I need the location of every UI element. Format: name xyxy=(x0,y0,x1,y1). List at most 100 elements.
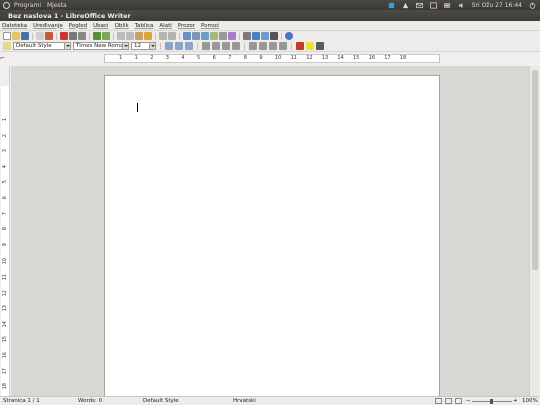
vertical-ruler-tick-label: 6 xyxy=(2,196,8,200)
justify-icon[interactable] xyxy=(232,42,240,50)
text-cursor xyxy=(137,103,138,112)
email-icon[interactable] xyxy=(36,32,44,40)
font-size-select[interactable]: 12 xyxy=(131,42,156,50)
ruler-tick-label: 15 xyxy=(353,55,360,61)
menu-view[interactable]: Pogled xyxy=(69,23,87,29)
edit-file-icon[interactable] xyxy=(45,32,53,40)
redo-icon[interactable] xyxy=(168,32,176,40)
decrease-indent-icon[interactable] xyxy=(269,42,277,50)
highlighting-icon[interactable] xyxy=(306,42,314,50)
zoom-out-icon[interactable]: − xyxy=(466,398,471,404)
window-titlebar[interactable]: Bez naslova 1 - LibreOffice Writer xyxy=(0,10,540,21)
print-preview-icon[interactable] xyxy=(78,32,86,40)
save-icon[interactable] xyxy=(21,32,29,40)
formatting-marks-icon[interactable] xyxy=(270,32,278,40)
font-name-select[interactable]: Times New Roman xyxy=(73,42,129,50)
align-center-icon[interactable] xyxy=(212,42,220,50)
ruler-tick-label: 1 xyxy=(119,55,123,61)
special-character-icon[interactable] xyxy=(219,32,227,40)
styles-formatting-icon[interactable] xyxy=(3,42,11,50)
numbering-icon[interactable] xyxy=(249,42,257,50)
keyboard-layout-icon[interactable] xyxy=(429,2,437,9)
background-color-icon[interactable] xyxy=(316,42,324,50)
menu-edit[interactable]: Uređivanje xyxy=(33,23,63,29)
battery-icon[interactable] xyxy=(443,2,451,9)
paragraph-style-select[interactable]: Default Style xyxy=(13,42,71,50)
zoom-slider-handle[interactable] xyxy=(490,399,493,404)
help-icon[interactable] xyxy=(285,32,293,40)
paste-icon[interactable] xyxy=(135,32,143,40)
vertical-ruler-tick-label: 15 xyxy=(2,336,8,343)
find-replace-icon[interactable] xyxy=(243,32,251,40)
toolbar-separator xyxy=(291,42,292,50)
font-color-icon[interactable] xyxy=(296,42,304,50)
tab-stop-selector[interactable]: ⌐ xyxy=(0,55,5,62)
chart-icon[interactable] xyxy=(210,32,218,40)
volume-icon[interactable] xyxy=(458,2,465,9)
vertical-scrollbar[interactable] xyxy=(529,66,540,396)
book-view-icon[interactable] xyxy=(455,398,462,404)
menu-table[interactable]: Tablica xyxy=(135,23,154,29)
gallery-icon[interactable] xyxy=(261,32,269,40)
chevron-down-icon[interactable] xyxy=(122,43,128,49)
menu-window[interactable]: Prozor xyxy=(178,23,195,29)
open-icon[interactable] xyxy=(12,32,20,40)
image-icon[interactable] xyxy=(201,32,209,40)
chevron-down-icon[interactable] xyxy=(64,43,70,49)
vertical-ruler-tick-label: 8 xyxy=(2,227,8,231)
hyperlink-icon[interactable] xyxy=(183,32,191,40)
programs-menu[interactable]: Programi xyxy=(14,2,41,9)
page-indicator[interactable]: Stranica 1 / 1 xyxy=(3,398,40,404)
align-right-icon[interactable] xyxy=(222,42,230,50)
ubuntu-logo-icon[interactable] xyxy=(3,1,10,9)
copy-icon[interactable] xyxy=(126,32,134,40)
scrollbar-thumb[interactable] xyxy=(532,70,538,270)
align-left-icon[interactable] xyxy=(202,42,210,50)
page-style-indicator[interactable]: Default Style xyxy=(143,398,179,404)
document-page[interactable] xyxy=(104,75,440,396)
autospellcheck-icon[interactable] xyxy=(102,32,110,40)
italic-icon[interactable] xyxy=(175,42,183,50)
bold-icon[interactable] xyxy=(165,42,173,50)
power-icon[interactable] xyxy=(529,1,536,9)
mail-icon[interactable] xyxy=(415,2,423,9)
menu-file[interactable]: Datoteka xyxy=(2,23,27,29)
places-menu[interactable]: Mjesta xyxy=(47,2,67,9)
zoom-in-icon[interactable]: + xyxy=(513,398,518,404)
navigator-icon[interactable] xyxy=(252,32,260,40)
bullets-icon[interactable] xyxy=(259,42,267,50)
toolbar-separator xyxy=(281,32,282,40)
zoom-level[interactable]: 100% xyxy=(522,398,538,404)
horizontal-ruler[interactable]: 1 1 2 3 4 5 6 7 8 9 10 11 12 13 14 15 16 17 18 xyxy=(104,54,440,63)
vertical-ruler[interactable]: 12345678910111213141516171819 xyxy=(0,66,10,405)
print-icon[interactable] xyxy=(69,32,77,40)
ruler-tick-label: 18 xyxy=(399,55,407,61)
new-document-icon[interactable] xyxy=(3,32,11,40)
show-draw-functions-icon[interactable] xyxy=(228,32,236,40)
cut-icon[interactable] xyxy=(117,32,125,40)
menu-insert[interactable]: Ubaci xyxy=(93,23,108,29)
top-panel: Programi Mjesta Sri Ožu 27 16:44 xyxy=(0,0,540,10)
export-pdf-icon[interactable] xyxy=(60,32,68,40)
dropbox-icon[interactable] xyxy=(388,2,395,9)
chevron-down-icon[interactable] xyxy=(149,43,155,49)
increase-indent-icon[interactable] xyxy=(279,42,287,50)
underline-icon[interactable] xyxy=(185,42,193,50)
ruler-tick-label: 12 xyxy=(306,55,313,61)
ruler-tick-label: 16 xyxy=(368,55,375,61)
spellcheck-icon[interactable] xyxy=(93,32,101,40)
menu-help[interactable]: Pomoć xyxy=(201,23,219,29)
vertical-ruler-tick-label: 4 xyxy=(2,164,8,168)
vertical-ruler-tick-label: 9 xyxy=(2,242,8,246)
language-indicator[interactable]: Hrvatski xyxy=(233,398,256,404)
menu-format[interactable]: Oblik xyxy=(115,23,129,29)
clock[interactable]: Sri Ožu 27 16:44 xyxy=(472,2,522,9)
multi-page-view-icon[interactable] xyxy=(445,398,452,404)
menu-tools[interactable]: Alati xyxy=(159,23,171,29)
undo-icon[interactable] xyxy=(159,32,167,40)
single-page-view-icon[interactable] xyxy=(435,398,442,404)
network-icon[interactable] xyxy=(402,2,409,9)
clone-formatting-icon[interactable] xyxy=(144,32,152,40)
table-icon[interactable] xyxy=(192,32,200,40)
font-size-value: 12 xyxy=(134,43,141,49)
